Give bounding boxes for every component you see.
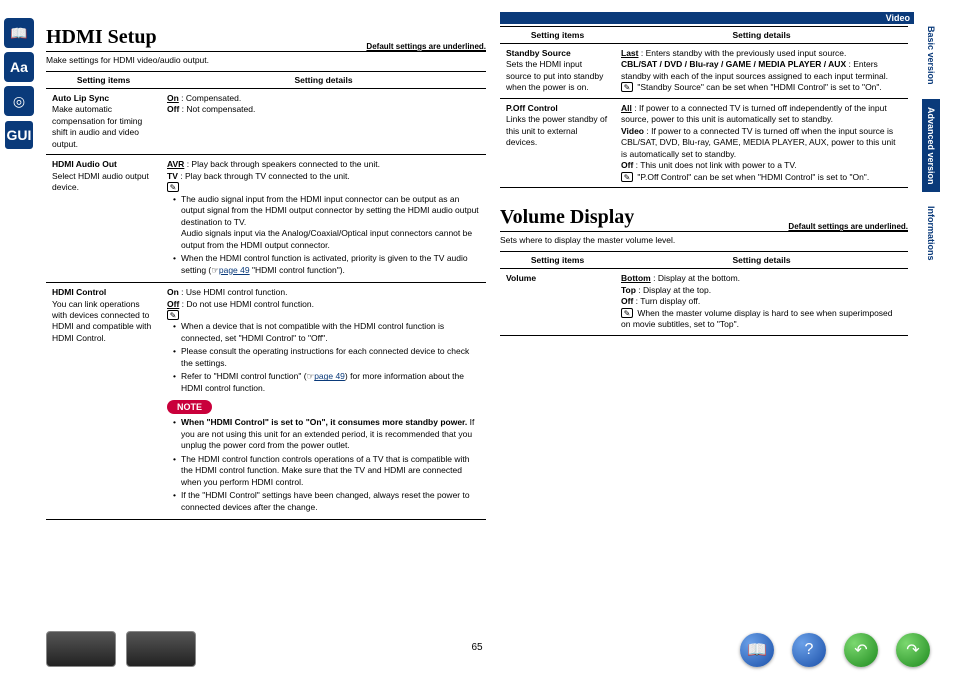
row-hdmi-control-label: HDMI Control You can link operations wit… [46, 283, 161, 520]
pen-icon: ✎ [167, 310, 179, 320]
hdmi-table: Setting items Setting details Auto Lip S… [46, 71, 486, 520]
note-pill: NOTE [167, 400, 212, 414]
th-items2: Setting items [500, 27, 615, 44]
hdmi-setup-title: HDMI Setup [46, 26, 157, 49]
tab-informations[interactable]: Informations [922, 198, 940, 269]
tab-basic-version[interactable]: Basic version [922, 18, 940, 93]
volume-subtitle: Sets where to display the master volume … [500, 235, 908, 245]
pen-icon: ✎ [167, 182, 179, 192]
help-icon[interactable]: ? [792, 633, 826, 667]
column-left: HDMI Setup Default settings are underlin… [46, 26, 486, 520]
row-poff-label: P.Off Control Links the power standby of… [500, 98, 615, 187]
pen-icon: ✎ [621, 308, 633, 318]
category-bar: Video [500, 12, 914, 24]
link-page49b[interactable]: page 49 [314, 371, 345, 381]
contents-icon[interactable]: 📖 [740, 633, 774, 667]
left-nav-icons: 📖 Aa ◎ GUI [4, 18, 38, 154]
row-volume-label: Volume [500, 269, 615, 335]
row-standby-source-label: Standby Source Sets the HDMI input sourc… [500, 44, 615, 99]
footer: 65 📖 ? ↶ ↷ [0, 617, 954, 667]
pen-icon: ✎ [621, 172, 633, 182]
row-auto-lip-sync-detail: On : Compensated. Off : Not compensated. [161, 89, 486, 155]
th-details: Setting details [161, 72, 486, 89]
default-note2: Default settings are underlined. [788, 222, 908, 231]
tab-advanced-version[interactable]: Advanced version [922, 99, 940, 193]
next-page-icon[interactable]: ↷ [896, 633, 930, 667]
prev-page-icon[interactable]: ↶ [844, 633, 878, 667]
column-right: Setting items Setting details Standby So… [500, 26, 908, 336]
row-standby-source-detail: Last : Enters standby with the previousl… [615, 44, 908, 99]
volume-display-title: Volume Display [500, 206, 634, 229]
link-page49a[interactable]: page 49 [219, 265, 250, 275]
footer-nav: 📖 ? ↶ ↷ [740, 633, 930, 667]
gui-icon[interactable]: GUI [4, 120, 34, 150]
row-hdmi-audio-out-label: HDMI Audio Out Select HDMI audio output … [46, 155, 161, 283]
standby-table: Setting items Setting details Standby So… [500, 26, 908, 188]
volume-table: Setting items Setting details Volume Bot… [500, 251, 908, 335]
row-hdmi-audio-out-detail: AVR : Play back through speakers connect… [161, 155, 486, 283]
default-note: Default settings are underlined. [366, 42, 486, 51]
row-poff-detail: All : If power to a connected TV is turn… [615, 98, 908, 187]
text-size-icon[interactable]: Aa [4, 52, 34, 82]
side-tabs: Basic version Advanced version Informati… [922, 18, 950, 275]
th-items: Setting items [46, 72, 161, 89]
row-volume-detail: Bottom : Display at the bottom. Top : Di… [615, 269, 908, 335]
book-icon[interactable]: 📖 [4, 18, 34, 48]
hdmi-subtitle: Make settings for HDMI video/audio outpu… [46, 55, 486, 65]
th-details2: Setting details [615, 27, 908, 44]
th-details3: Setting details [615, 252, 908, 269]
row-auto-lip-sync-label: Auto Lip Sync Make automatic compensatio… [46, 89, 161, 155]
row-hdmi-control-detail: On : Use HDMI control function. Off : Do… [161, 283, 486, 520]
th-items3: Setting items [500, 252, 615, 269]
pen-icon: ✎ [621, 82, 633, 92]
color-icon[interactable]: ◎ [4, 86, 34, 116]
